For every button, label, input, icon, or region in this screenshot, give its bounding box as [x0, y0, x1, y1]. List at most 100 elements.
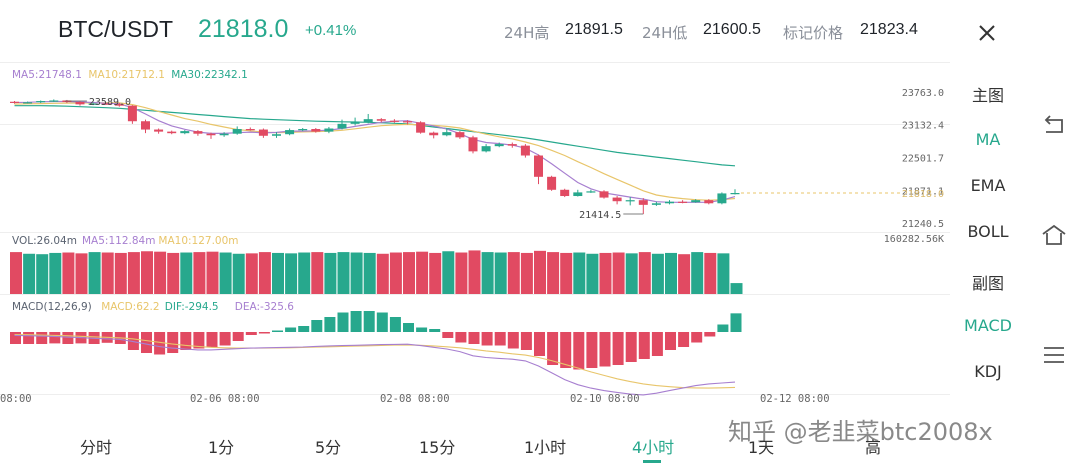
- indicator-menu-item[interactable]: 副图: [950, 270, 1026, 294]
- candle-body: [573, 192, 583, 197]
- ma10-legend: MA10:21712.1: [88, 69, 165, 81]
- candle-body: [717, 193, 727, 204]
- interval-tab[interactable]: 4小时: [632, 434, 674, 458]
- macd-histogram-bar: [638, 332, 650, 359]
- candle-body: [468, 137, 478, 152]
- macd-histogram-bar: [481, 332, 493, 346]
- macd-histogram-bar: [586, 332, 598, 368]
- low-24h-value: 21600.5: [703, 21, 761, 38]
- candle-body: [219, 133, 229, 136]
- volume-bar: [547, 252, 560, 294]
- macd-histogram-bar: [141, 332, 152, 353]
- candle-body: [704, 200, 714, 204]
- interval-tab[interactable]: 15分: [419, 434, 455, 458]
- volume-bar: [154, 251, 167, 294]
- macd-histogram-bar: [665, 332, 676, 350]
- candle-body: [625, 200, 635, 202]
- interval-tab[interactable]: 5分: [315, 434, 341, 458]
- volume-bar: [101, 252, 114, 294]
- price-axis-label: 23132.4: [902, 121, 944, 132]
- macd-histogram-bar: [350, 311, 362, 332]
- close-icon[interactable]: [974, 20, 1000, 46]
- macd-histogram-bar: [717, 324, 729, 332]
- low-annotation: 21414.5: [579, 210, 621, 221]
- volume-bar: [534, 250, 546, 294]
- volume-bar: [691, 252, 704, 294]
- candle-body: [311, 129, 321, 132]
- interval-tab[interactable]: 1小时: [524, 434, 566, 458]
- candle-body: [547, 176, 557, 190]
- candle-body: [75, 102, 85, 105]
- volume-bar: [455, 252, 468, 294]
- dea-legend: DEA:-325.6: [235, 301, 294, 313]
- indicator-menu-item[interactable]: BOLL: [950, 222, 1026, 241]
- macd-histogram-bar: [730, 313, 742, 332]
- volume-bar: [127, 252, 140, 294]
- volume-bar: [88, 252, 101, 294]
- macd-histogram-bar: [403, 323, 414, 332]
- ma30-legend: MA30:22342.1: [171, 69, 248, 81]
- macd-histogram-bar: [534, 332, 545, 356]
- indicator-menu-item[interactable]: KDJ: [950, 362, 1026, 381]
- macd-histogram-bar: [10, 332, 21, 344]
- back-icon[interactable]: [1040, 112, 1068, 138]
- indicator-menu-item[interactable]: 主图: [950, 82, 1026, 106]
- volume-bar: [416, 251, 429, 294]
- candle-body: [638, 200, 648, 205]
- interval-tab[interactable]: 1分: [208, 434, 234, 458]
- volume-bar: [665, 252, 677, 294]
- kline-chart-svg[interactable]: MA5:21748.1 MA10:21712.1 MA30:22342.1 VOL:2…: [0, 62, 950, 412]
- dif-legend: DIF:-294.5: [165, 301, 219, 313]
- macd-histogram-bar: [363, 311, 375, 332]
- volume-bar: [245, 253, 258, 294]
- candle-body: [481, 146, 491, 152]
- macd-histogram-bar: [507, 332, 519, 349]
- volume-bar: [376, 253, 389, 294]
- volume-bar: [23, 253, 36, 294]
- volume-bar: [560, 252, 573, 294]
- candle-body: [141, 121, 150, 130]
- candle-body: [507, 144, 517, 146]
- candle-body: [232, 129, 242, 134]
- volume-bar: [298, 252, 311, 294]
- macd-histogram-bar: [494, 332, 506, 346]
- home-icon[interactable]: [1040, 222, 1068, 248]
- indicator-menu-item[interactable]: EMA: [950, 176, 1026, 195]
- price-axis-label: 23763.0: [902, 88, 944, 99]
- macd-histogram-bar: [311, 320, 323, 332]
- macd-legend: MACD(12,26,9): [12, 301, 92, 313]
- active-tab-indicator: [643, 460, 661, 463]
- macd-histogram-bar: [560, 332, 572, 368]
- high-24h-label: 24H高: [504, 24, 550, 42]
- watermark: 知乎 @老韭菜btc2008x: [728, 418, 993, 446]
- current-price-tag: 21818.0: [902, 189, 944, 200]
- trading-pair[interactable]: BTC/USDT: [58, 16, 173, 43]
- candle-body: [403, 121, 412, 123]
- macd-histogram-bar: [167, 332, 179, 353]
- indicator-menu-item[interactable]: MA: [950, 130, 1026, 149]
- volume-bar: [114, 252, 127, 294]
- volume-bar: [49, 252, 62, 294]
- ma10-line: [14, 102, 736, 201]
- macd-histogram-bar: [324, 317, 336, 332]
- macd-histogram-bar: [298, 326, 310, 332]
- volume-bar: [10, 252, 22, 294]
- candle-body: [245, 129, 255, 131]
- mark-price-label: 标记价格: [783, 24, 844, 42]
- volume-bar: [36, 254, 49, 294]
- indicator-menu-item[interactable]: MACD: [950, 316, 1026, 335]
- volume-bar: [442, 251, 455, 294]
- ma30-line: [14, 105, 736, 167]
- macd-histogram-bar: [678, 332, 690, 347]
- macd-histogram-bar: [599, 332, 611, 367]
- candle-body: [429, 132, 439, 136]
- kline-chart[interactable]: MA5:21748.1 MA10:21712.1 MA30:22342.1 VOL:2…: [0, 62, 950, 412]
- macd-histogram-bar: [612, 332, 624, 365]
- high-24h-value: 21891.5: [565, 21, 623, 38]
- time-axis-label: 02-08 08:00: [380, 393, 450, 405]
- volume-bar: [75, 253, 88, 294]
- volume-bar: [337, 252, 350, 294]
- interval-tab[interactable]: 分时: [80, 434, 112, 458]
- time-axis-label: 02-12 08:00: [760, 393, 830, 405]
- menu-icon[interactable]: [1040, 342, 1068, 368]
